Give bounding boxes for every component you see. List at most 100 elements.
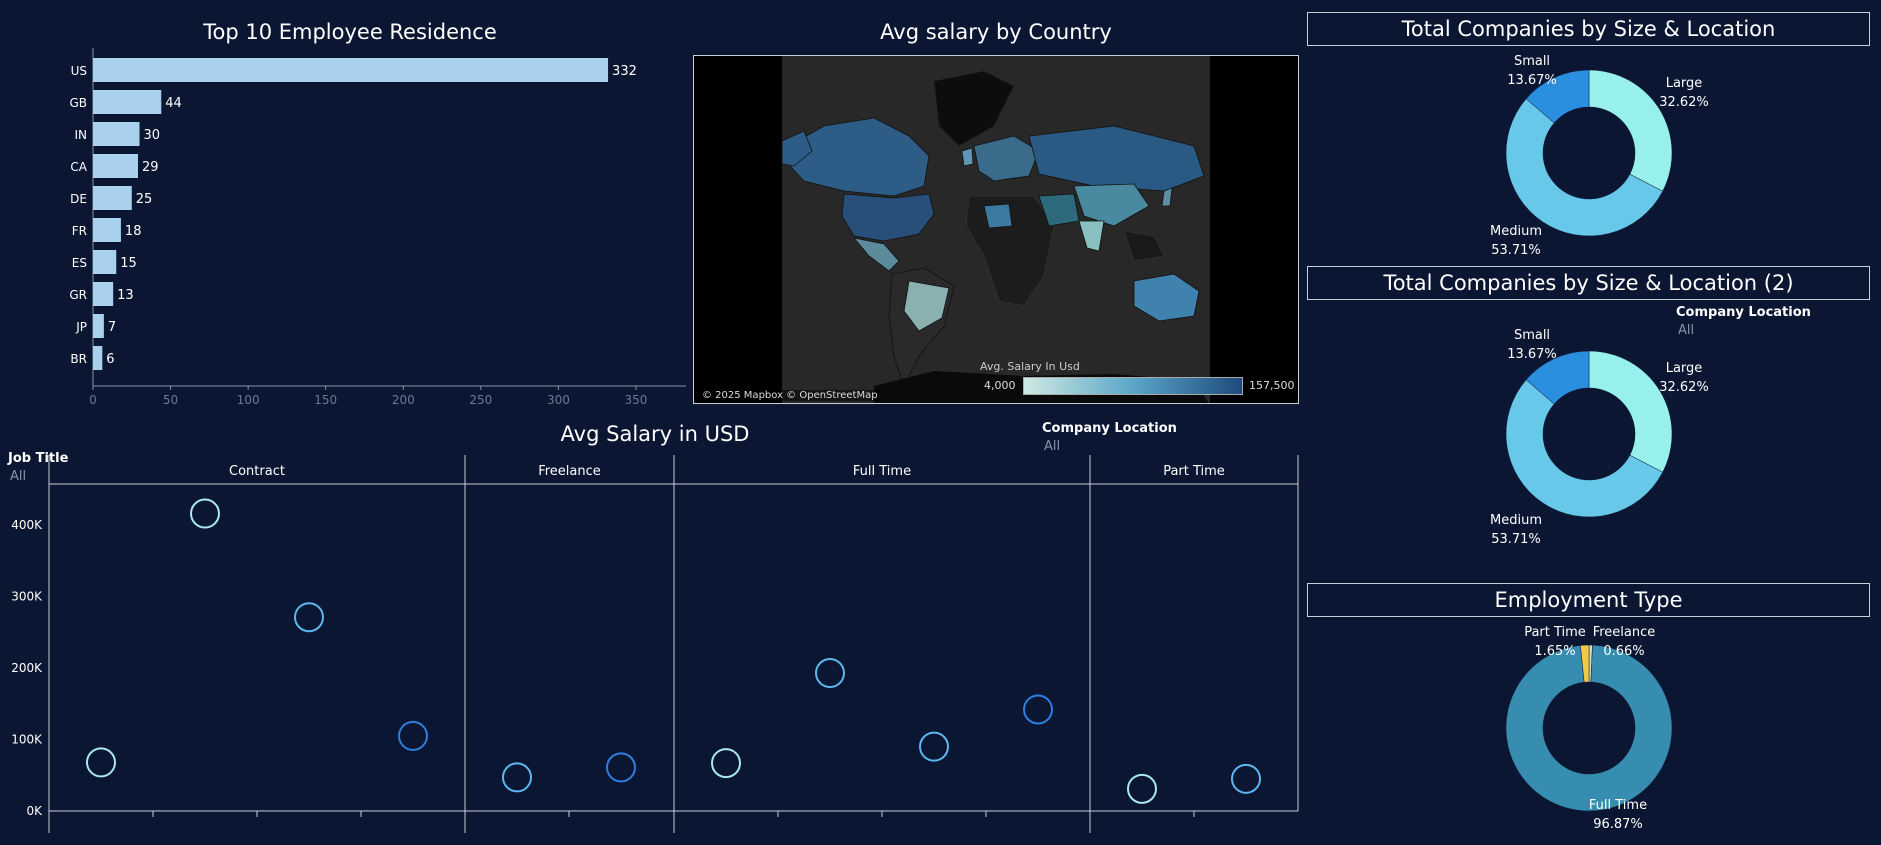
bar-value-label: 44 bbox=[165, 96, 182, 111]
bar-value-label: 13 bbox=[117, 288, 134, 303]
bar-value-label: 7 bbox=[108, 320, 116, 335]
scatter-panel-label: Full Time bbox=[853, 464, 911, 479]
bar-ca bbox=[93, 154, 138, 178]
donut-pct-label: 53.71% bbox=[1491, 243, 1541, 258]
map-attribution: © 2025 Mapbox © OpenStreetMap bbox=[700, 390, 880, 401]
scatter-panel-label: Part Time bbox=[1163, 464, 1225, 479]
bar-value-label: 18 bbox=[125, 224, 142, 239]
bar-value-label: 15 bbox=[120, 256, 137, 271]
bar-x-tick-label: 350 bbox=[625, 393, 648, 407]
bar-category-label: GB bbox=[69, 96, 87, 110]
donut-slice-large bbox=[1588, 350, 1673, 473]
scatter-point bbox=[1023, 694, 1053, 725]
donut-pct-label: 1.65% bbox=[1534, 644, 1575, 659]
scatter-y-tick-label: 300K bbox=[11, 590, 43, 604]
map-legend-title: Avg. Salary In Usd bbox=[980, 360, 1080, 373]
scatter-point bbox=[1127, 773, 1157, 804]
scatter-point bbox=[294, 602, 324, 633]
scatter-point bbox=[502, 762, 532, 793]
bar-gb bbox=[93, 90, 162, 114]
donut-chart-size-location: Large 32.62% Medium 53.71% Small 13.67% bbox=[1490, 54, 1709, 258]
donut-pct-label: 96.87% bbox=[1593, 817, 1643, 832]
map-canvas bbox=[781, 56, 1210, 403]
donut-pct-label: 0.66% bbox=[1603, 644, 1644, 659]
bar-category-label: DE bbox=[70, 192, 87, 206]
bar-chart: US 332 GB 44 IN 30 CA 29 DE 25 FR 18 ES 15 GR 13 JP 7 BR 6 0… bbox=[69, 48, 686, 407]
map-legend-max: 157,500 bbox=[1249, 379, 1295, 392]
scatter-panel-label: Freelance bbox=[538, 464, 601, 479]
scatter-y-tick-label: 0K bbox=[26, 804, 43, 818]
donut-label: Part Time bbox=[1524, 625, 1586, 640]
bar-gr bbox=[93, 282, 114, 306]
bar-x-tick-label: 0 bbox=[89, 393, 97, 407]
donut-label: Full Time bbox=[1589, 798, 1647, 813]
scatter-point bbox=[86, 747, 116, 778]
company-location-filter-value[interactable]: All bbox=[1044, 439, 1060, 454]
donut-pct-label: 13.67% bbox=[1507, 347, 1557, 362]
map-legend-gradient bbox=[1023, 377, 1243, 395]
donut-label: Large bbox=[1666, 361, 1703, 376]
bar-value-label: 25 bbox=[136, 192, 153, 207]
scatter-y-tick-label: 400K bbox=[11, 518, 43, 532]
bar-value-label: 6 bbox=[106, 352, 114, 367]
world-map[interactable]: © 2025 Mapbox © OpenStreetMap Avg. Salar… bbox=[693, 55, 1299, 404]
map-legend-min: 4,000 bbox=[984, 379, 1016, 392]
scatter-point bbox=[190, 498, 220, 529]
company-location-filter-label: Company Location bbox=[1042, 421, 1177, 436]
donut-label: Medium bbox=[1490, 513, 1542, 528]
scatter-y-tick-label: 100K bbox=[11, 733, 43, 747]
donut-pct-label: 13.67% bbox=[1507, 73, 1557, 88]
donut3-title: Employment Type bbox=[1307, 583, 1870, 617]
bar-chart-title: Top 10 Employee Residence bbox=[203, 20, 497, 44]
bar-x-tick-label: 250 bbox=[469, 393, 492, 407]
donut1-title: Total Companies by Size & Location bbox=[1307, 12, 1870, 46]
bar-x-tick-label: 150 bbox=[314, 393, 337, 407]
bar-category-label: GR bbox=[69, 288, 87, 302]
donut-slice-large bbox=[1588, 69, 1673, 192]
bar-in bbox=[93, 122, 140, 146]
bar-category-label: FR bbox=[72, 224, 87, 238]
bar-x-tick-label: 300 bbox=[547, 393, 570, 407]
bar-value-label: 29 bbox=[142, 160, 159, 175]
bar-category-label: BR bbox=[70, 352, 87, 366]
bar-category-label: ES bbox=[72, 256, 87, 270]
scatter-point bbox=[1231, 763, 1261, 794]
bar-jp bbox=[93, 314, 104, 338]
donut-label: Medium bbox=[1490, 224, 1542, 239]
map-region-uk[interactable] bbox=[961, 147, 974, 167]
map-region-north-africa bbox=[983, 203, 1013, 229]
map-legend: Avg. Salary In Usd 4,000 157,500 bbox=[966, 360, 1296, 400]
donut-pct-label: 32.62% bbox=[1659, 95, 1709, 110]
donut-label: Large bbox=[1666, 76, 1703, 91]
bar-category-label: JP bbox=[75, 320, 87, 334]
scatter-y-tick-label: 200K bbox=[11, 661, 43, 675]
bar-x-tick-label: 200 bbox=[392, 393, 415, 407]
scatter-point bbox=[711, 748, 741, 779]
donut-pct-label: 32.62% bbox=[1659, 380, 1709, 395]
bar-es bbox=[93, 250, 117, 274]
donut-label: Small bbox=[1514, 328, 1550, 343]
donut2-title: Total Companies by Size & Location (2) bbox=[1307, 266, 1870, 300]
bar-value-label: 30 bbox=[144, 128, 161, 143]
bar-category-label: IN bbox=[74, 128, 87, 142]
scatter-point bbox=[606, 752, 636, 783]
bar-de bbox=[93, 186, 132, 210]
donut-label: Small bbox=[1514, 54, 1550, 69]
bar-category-label: US bbox=[71, 64, 87, 78]
bar-br bbox=[93, 346, 103, 370]
scatter-point bbox=[398, 720, 428, 751]
scatter-point bbox=[815, 658, 845, 689]
bar-us bbox=[93, 58, 609, 82]
bar-x-tick-label: 100 bbox=[237, 393, 260, 407]
donut-pct-label: 53.71% bbox=[1491, 532, 1541, 547]
donut-label: Freelance bbox=[1593, 625, 1656, 640]
bar-category-label: CA bbox=[70, 160, 87, 174]
scatter-panel-label: Contract bbox=[229, 464, 285, 479]
scatter-chart: Contract Freelance Full Time Part Time 0K 100… bbox=[11, 455, 1299, 833]
donut-chart-size-location-2: Large 32.62% Medium 53.71% Small 13.67% bbox=[1490, 328, 1709, 547]
bar-x-tick-label: 50 bbox=[163, 393, 178, 407]
scatter-title: Avg Salary in USD bbox=[560, 422, 750, 446]
bar-fr bbox=[93, 218, 121, 242]
donut-chart-employment-type: Freelance 0.66% Full Time 96.87% Part Time 1.… bbox=[1505, 625, 1673, 832]
map-title: Avg salary by Country bbox=[880, 20, 1112, 44]
